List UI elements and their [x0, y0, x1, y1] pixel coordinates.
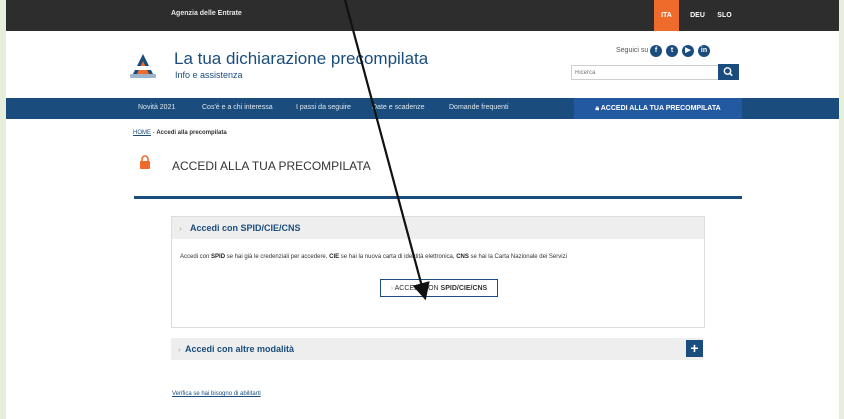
expand-plus-button[interactable]: + [686, 340, 703, 357]
search-button[interactable] [718, 64, 739, 80]
site-logo[interactable] [127, 50, 159, 80]
spid-panel-header[interactable]: › Accedi con SPID/CIE/CNS [172, 217, 704, 239]
nav-item-date[interactable]: Date e scadenze [372, 104, 425, 111]
lang-deu-button[interactable]: DEU [685, 0, 710, 31]
spid-panel-title: Accedi con SPID/CIE/CNS [190, 223, 301, 233]
other-methods-title: Accedi con altre modalità [185, 344, 295, 354]
desc-text: se hai la Carta Nazionale dei Servizi [468, 254, 567, 260]
search-input[interactable] [571, 65, 722, 80]
spid-panel: › Accedi con SPID/CIE/CNS Accedi con SPI… [171, 216, 705, 328]
breadcrumb-home[interactable]: HOME [133, 130, 151, 136]
site-subtitle: Info e assistenza [175, 70, 243, 80]
follow-label: Seguici su [616, 47, 649, 54]
main-nav: Novità 2021 Cos'è e a chi interessa I pa… [6, 98, 839, 119]
desc-text: Accedi con [180, 254, 212, 260]
nav-item-novita[interactable]: Novità 2021 [138, 104, 175, 111]
lock-icon [140, 155, 150, 169]
spid-button-label-bold: SPID/CIE/CNS [440, 285, 488, 292]
spid-login-button[interactable]: › ACCEDI CON SPID/CIE/CNS [380, 279, 498, 297]
nav-access-label: ACCEDI ALLA TUA PRECOMPILATA [600, 105, 721, 112]
twitter-icon[interactable]: t [666, 45, 678, 57]
linkedin-icon[interactable]: in [698, 45, 710, 57]
youtube-icon[interactable]: ▶ [682, 45, 694, 57]
nav-item-passi[interactable]: I passi da seguire [296, 104, 351, 111]
top-bar: Agenzia delle Entrate ITA DEU SLO [6, 0, 839, 31]
search-icon [723, 67, 733, 77]
desc-bold-spid: SPID [211, 254, 226, 260]
spid-description: Accedi con SPID se hai già le credenzial… [180, 254, 567, 260]
other-methods-panel[interactable]: › Accedi con altre modalità [171, 338, 703, 360]
lang-slo-button[interactable]: SLO [712, 0, 737, 31]
breadcrumb: HOME - Accedi alla precompilata [133, 130, 227, 136]
page-title: ACCEDI ALLA TUA PRECOMPILATA [172, 159, 371, 173]
desc-bold-cns: CNS [456, 254, 469, 260]
verify-enable-link[interactable]: Verifica se hai bisogno di abilitarti [172, 391, 261, 397]
nav-item-domande[interactable]: Domande frequenti [449, 104, 509, 111]
lang-ita-button[interactable]: ITA [654, 0, 679, 31]
browser-page: Agenzia delle Entrate ITA DEU SLO La tua… [6, 0, 839, 419]
desc-bold-cie: CIE [329, 254, 340, 260]
spid-button-label: ACCEDI CON [394, 285, 441, 292]
desc-text: se hai già le credenziali per accedere, [225, 254, 330, 260]
nav-access-button[interactable]: 🔒︎ ACCEDI ALLA TUA PRECOMPILATA [574, 98, 742, 119]
chevron-right-icon: › [179, 224, 182, 233]
desc-text: se hai la nuova carta di identità elettr… [339, 254, 457, 260]
facebook-icon[interactable]: f [650, 45, 662, 57]
nav-item-cose[interactable]: Cos'è e a chi interessa [202, 104, 273, 111]
title-divider [134, 196, 742, 199]
agency-link[interactable]: Agenzia delle Entrate [171, 10, 242, 17]
chevron-right-icon: › [178, 345, 181, 354]
site-title[interactable]: La tua dichiarazione precompilata [174, 49, 428, 69]
breadcrumb-current: Accedi alla precompilata [156, 130, 227, 136]
